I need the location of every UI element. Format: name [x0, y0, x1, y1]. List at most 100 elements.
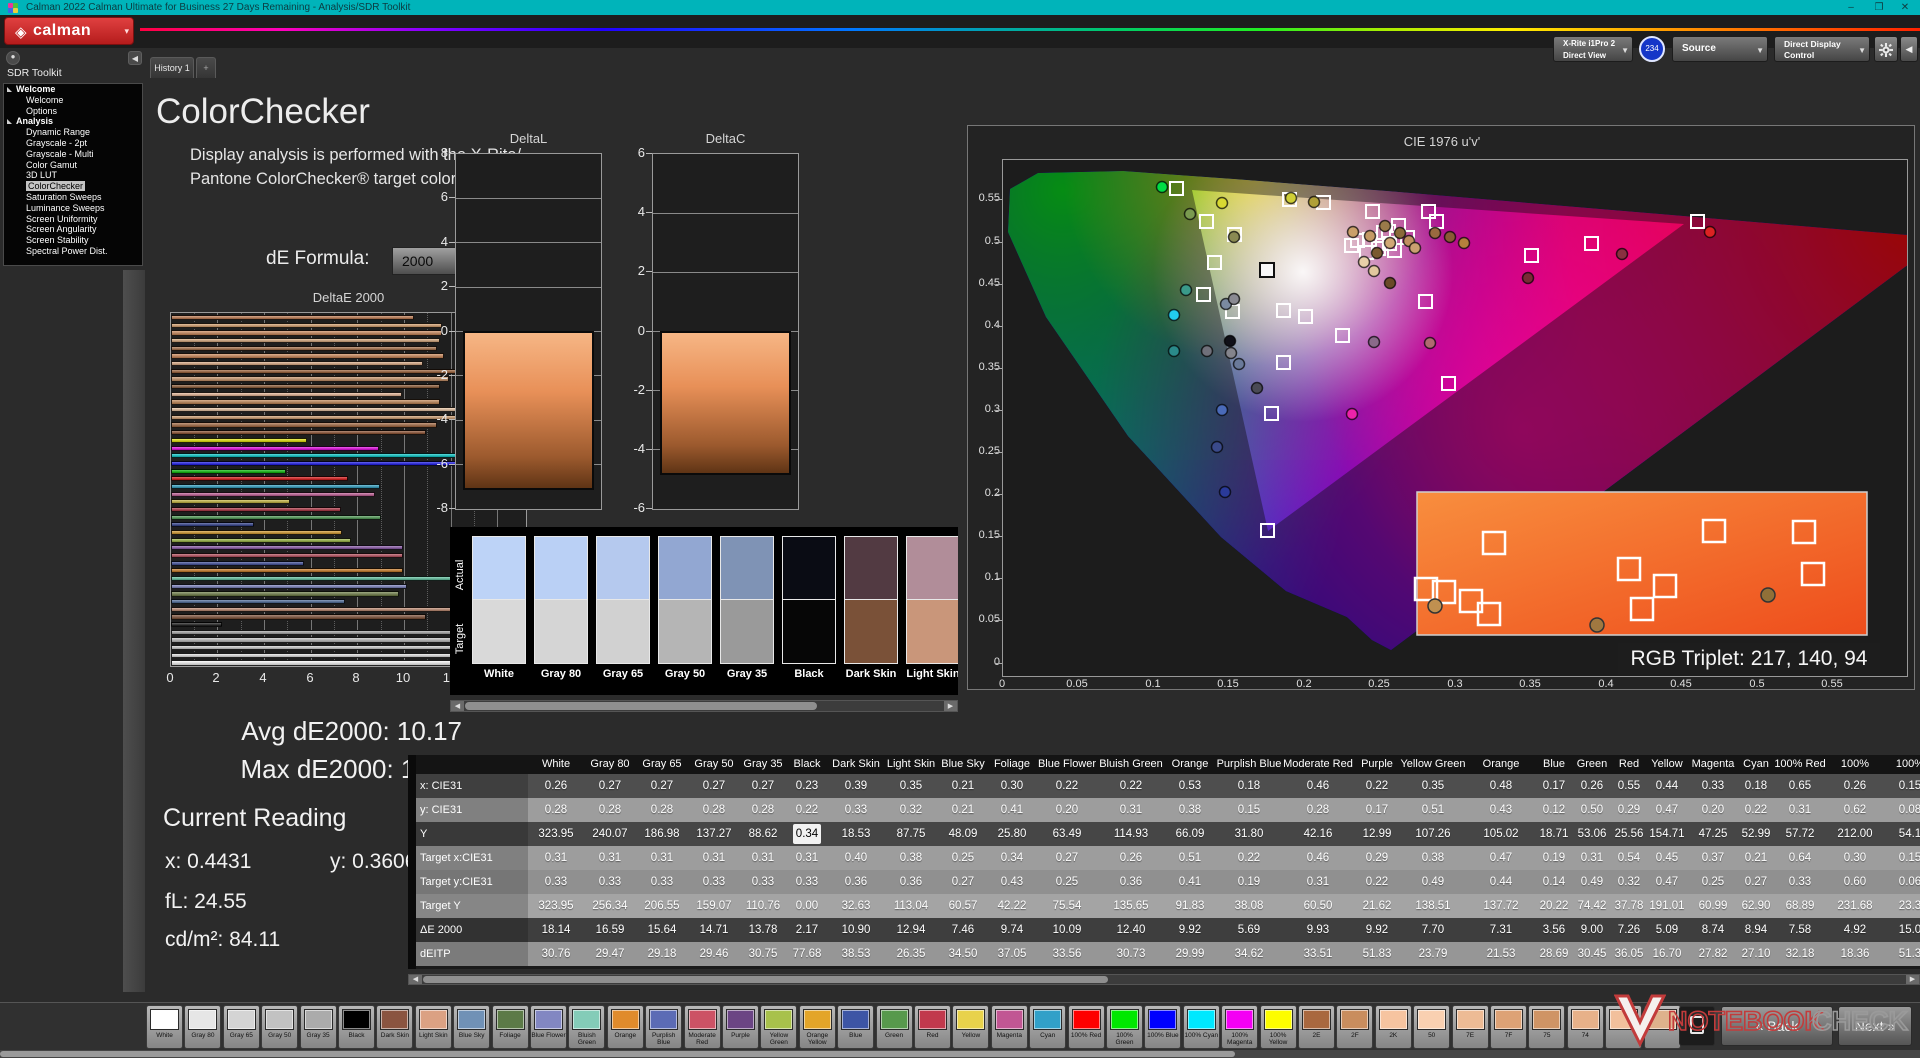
table-cell[interactable]: 30.45 [1572, 942, 1612, 966]
table-cell[interactable]: 0.55 [1612, 774, 1646, 798]
table-cell[interactable]: 0.06 [1884, 870, 1920, 894]
table-cell[interactable]: 0.49 [1572, 870, 1612, 894]
table-cell[interactable]: 0.47 [1646, 870, 1688, 894]
palette-patch-yellow[interactable]: Yellow [952, 1005, 989, 1049]
palette-patch-gray-80[interactable]: Gray 80 [184, 1005, 221, 1049]
pattern-window-button[interactable] [1679, 1006, 1715, 1046]
actual-swatch-5[interactable] [782, 536, 836, 600]
palette-patch-yellow-green[interactable]: Yellow Green [760, 1005, 797, 1049]
table-cell[interactable]: 138.51 [1400, 894, 1466, 918]
table-cell[interactable]: 154.71 [1646, 822, 1688, 846]
sidebar-item-screen-angularity[interactable]: Screen Angularity [4, 224, 142, 235]
table-scrollbar[interactable]: ◀ ▶ [408, 974, 1920, 985]
collapse-panel-button[interactable]: ◀ [1900, 36, 1918, 62]
palette-patch-foliage[interactable]: Foliage [492, 1005, 529, 1049]
table-cell[interactable]: 0.26 [1826, 774, 1884, 798]
tab-history-1[interactable]: History 1 [150, 57, 194, 78]
table-cell[interactable]: 0.22 [1738, 798, 1774, 822]
table-cell[interactable]: 0.28 [584, 798, 636, 822]
table-cell[interactable]: 0.36 [1098, 870, 1164, 894]
table-cell[interactable]: 0.46 [1282, 846, 1354, 870]
table-cell[interactable]: 25.56 [1612, 822, 1646, 846]
target-swatch-7[interactable] [906, 600, 958, 664]
table-cell[interactable]: 0.33 [786, 870, 828, 894]
table-cell[interactable]: 0.33 [740, 870, 786, 894]
table-cell[interactable]: 60.99 [1688, 894, 1738, 918]
table-cell[interactable]: 0.30 [1826, 846, 1884, 870]
swatch-scroll-thumb[interactable] [465, 702, 817, 710]
table-cell[interactable]: 25.80 [988, 822, 1036, 846]
table-cell[interactable]: 15.0 [1884, 918, 1920, 942]
table-cell[interactable]: 0.33 [688, 870, 740, 894]
table-cell[interactable]: 0.36 [884, 870, 938, 894]
sidebar-item-grayscale-multi[interactable]: Grayscale - Multi [4, 149, 142, 160]
table-cell[interactable]: 0.47 [1466, 846, 1536, 870]
table-cell[interactable]: 38.53 [828, 942, 884, 966]
table-cell[interactable]: 63.49 [1036, 822, 1098, 846]
table-cell[interactable]: 0.40 [828, 846, 884, 870]
table-cell[interactable]: 0.51 [1164, 846, 1216, 870]
actual-swatch-2[interactable] [596, 536, 650, 600]
table-cell[interactable]: 0.26 [528, 774, 584, 798]
table-cell[interactable]: 159.07 [688, 894, 740, 918]
table-cell[interactable]: 7.70 [1400, 918, 1466, 942]
table-cell[interactable]: 12.99 [1354, 822, 1400, 846]
table-cell[interactable]: 0.14 [1536, 870, 1572, 894]
table-cell[interactable]: 323.95 [528, 894, 584, 918]
table-cell[interactable]: 0.27 [938, 870, 988, 894]
table-cell[interactable]: 0.27 [584, 774, 636, 798]
source-dropdown[interactable]: Source ▼ [1672, 36, 1768, 62]
table-cell[interactable]: 31.80 [1216, 822, 1282, 846]
table-cell[interactable]: 113.04 [884, 894, 938, 918]
table-cell[interactable]: 66.09 [1164, 822, 1216, 846]
sidebar-item-grayscale-2pt[interactable]: Grayscale - 2pt [4, 138, 142, 149]
table-cell[interactable]: 0.32 [884, 798, 938, 822]
next-button[interactable]: Next » [1838, 1006, 1912, 1046]
palette-patch-100-red[interactable]: 100% Red [1068, 1005, 1105, 1049]
sidebar-item-dynamic-range[interactable]: Dynamic Range [4, 127, 142, 138]
table-cell[interactable]: 0.65 [1774, 774, 1826, 798]
table-cell[interactable]: 54.1 [1884, 822, 1920, 846]
palette-patch-cyan[interactable]: Cyan [1029, 1005, 1066, 1049]
actual-swatch-6[interactable] [844, 536, 898, 600]
table-cell[interactable]: 4.92 [1826, 918, 1884, 942]
palette-scroll-thumb[interactable] [0, 1051, 1235, 1057]
table-cell[interactable]: 29.47 [584, 942, 636, 966]
table-cell[interactable]: 0.50 [1572, 798, 1612, 822]
table-cell[interactable]: 0.18 [1216, 774, 1282, 798]
table-cell[interactable]: 0.28 [740, 798, 786, 822]
table-cell[interactable]: 0.39 [828, 774, 884, 798]
palette-patch-2e[interactable]: 2E [1298, 1005, 1335, 1049]
table-cell[interactable]: 33.51 [1282, 942, 1354, 966]
scroll-right-icon[interactable]: ▶ [1906, 975, 1919, 984]
target-swatch-2[interactable] [596, 600, 650, 664]
table-cell[interactable]: 16.59 [584, 918, 636, 942]
table-scroll-thumb[interactable] [423, 976, 1108, 983]
table-cell[interactable]: 0.19 [1216, 870, 1282, 894]
palette-patch-orange[interactable]: Orange [607, 1005, 644, 1049]
table-cell[interactable]: 0.53 [1164, 774, 1216, 798]
table-cell[interactable]: 18.53 [828, 822, 884, 846]
table-cell[interactable]: 137.72 [1466, 894, 1536, 918]
table-cell[interactable]: 0.12 [1536, 798, 1572, 822]
table-cell[interactable]: 18.36 [1826, 942, 1884, 966]
table-cell[interactable]: 5.09 [1646, 918, 1688, 942]
table-cell[interactable]: 0.37 [1688, 846, 1738, 870]
table-cell[interactable]: 0.33 [528, 870, 584, 894]
sidebar-item-welcome[interactable]: Welcome [4, 95, 142, 106]
target-swatch-1[interactable] [534, 600, 588, 664]
table-cell[interactable]: 30.76 [528, 942, 584, 966]
table-cell[interactable]: 7.31 [1466, 918, 1536, 942]
table-cell[interactable]: 0.21 [938, 774, 988, 798]
table-cell[interactable]: 0.31 [740, 846, 786, 870]
palette-patch-38[interactable] [1605, 1005, 1642, 1049]
display-control-dropdown[interactable]: Direct Display Control ▼ [1774, 36, 1870, 62]
table-cell[interactable]: 0.47 [1646, 798, 1688, 822]
table-cell[interactable]: 0.32 [1612, 870, 1646, 894]
table-cell[interactable]: 0.45 [1646, 846, 1688, 870]
table-cell[interactable]: 7.26 [1612, 918, 1646, 942]
table-cell[interactable]: 0.28 [636, 798, 688, 822]
table-cell[interactable]: 0.48 [1466, 774, 1536, 798]
table-cell[interactable]: 37.05 [988, 942, 1036, 966]
table-cell[interactable]: 7.46 [938, 918, 988, 942]
